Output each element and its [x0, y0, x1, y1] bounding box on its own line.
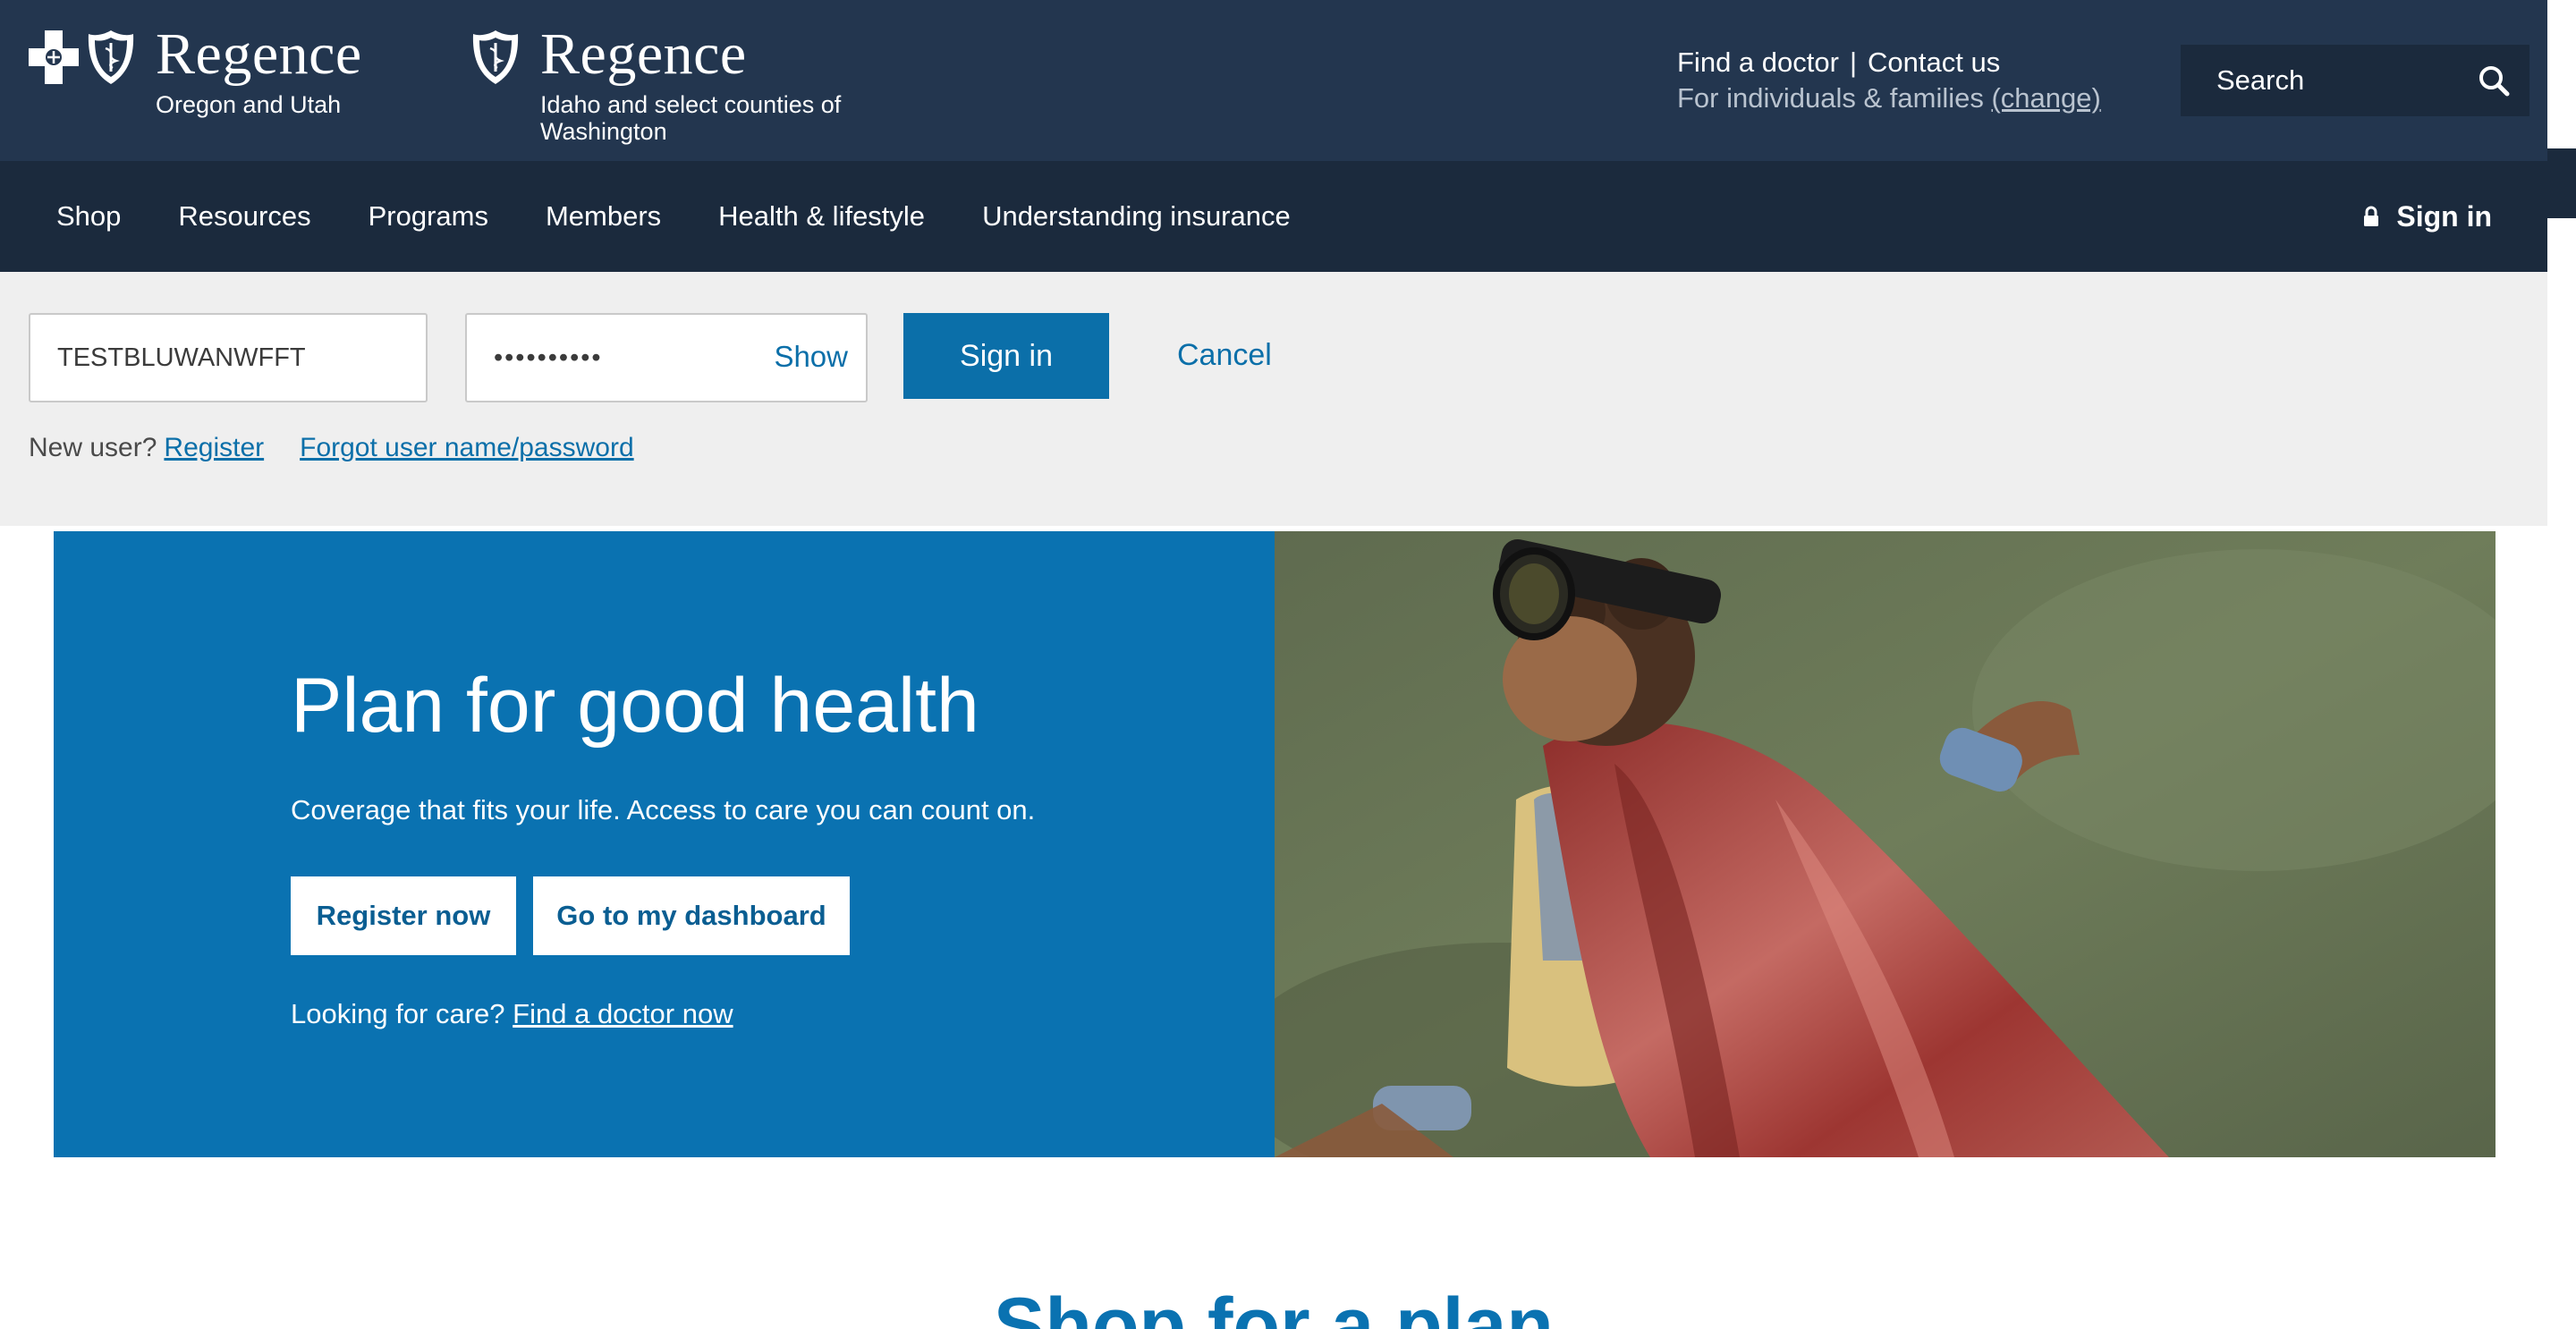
hero-content: Plan for good health Coverage that fits …: [54, 531, 1275, 1157]
nav-item-members[interactable]: Members: [517, 200, 690, 233]
password-value: ••••••••••: [494, 343, 603, 372]
nav-item-resources[interactable]: Resources: [149, 200, 339, 233]
go-to-dashboard-button[interactable]: Go to my dashboard: [533, 876, 850, 955]
nav-item-programs[interactable]: Programs: [340, 200, 517, 233]
looking-for-care: Looking for care? Find a doctor now: [291, 996, 733, 1032]
register-now-button[interactable]: Register now: [291, 876, 516, 955]
nav-item-understanding-insurance[interactable]: Understanding insurance: [953, 200, 1319, 233]
search-input[interactable]: [2216, 64, 2467, 97]
utility-links: Find a doctor | Contact us For individuals…: [1677, 45, 2101, 116]
sign-in-panel: TESTBLUWANWFFT •••••••••• Show Sign in C…: [0, 272, 2547, 526]
forgot-credentials-link[interactable]: Forgot user name/password: [300, 433, 634, 463]
nav-sign-in-button[interactable]: Sign in: [2362, 161, 2492, 272]
nav-sign-in-label: Sign in: [2396, 199, 2492, 233]
brand-oregon-utah[interactable]: Regence Oregon and Utah: [27, 25, 362, 118]
find-doctor-now-link[interactable]: Find a doctor now: [513, 998, 733, 1029]
lock-icon: [2364, 206, 2379, 226]
child-in-cape-photo: [1275, 531, 2496, 1157]
password-field[interactable]: •••••••••• Show: [465, 313, 868, 402]
brand-region: Oregon and Utah: [156, 91, 342, 118]
utility-separator: |: [1849, 47, 1857, 78]
sign-in-links: New user? Register Forgot user name/pass…: [29, 433, 634, 463]
brand-idaho-washington[interactable]: Regence Idaho and select counties of Was…: [470, 25, 916, 145]
change-audience-link[interactable]: (change): [1991, 82, 2100, 114]
main-nav: Shop Resources Programs Members Health &…: [0, 161, 2547, 272]
blue-cross-icon: [29, 30, 79, 84]
username-value: TESTBLUWANWFFT: [57, 343, 306, 372]
username-field[interactable]: TESTBLUWANWFFT: [29, 313, 428, 402]
hero-banner: Plan for good health Coverage that fits …: [54, 531, 2496, 1157]
blue-shield-icon: [472, 30, 519, 84]
shop-for-plan-heading: Shop for a plan: [994, 1282, 1554, 1329]
brand-region: Idaho and select counties of Washington: [540, 91, 842, 145]
cancel-button[interactable]: Cancel: [1177, 338, 1272, 373]
nav-item-shop[interactable]: Shop: [0, 200, 149, 233]
audience-label: For individuals & families: [1677, 82, 1984, 114]
search-icon[interactable]: [2476, 63, 2512, 98]
sign-in-submit-button[interactable]: Sign in: [903, 313, 1109, 399]
contact-us-link[interactable]: Contact us: [1868, 47, 2000, 78]
looking-for-care-label: Looking for care?: [291, 998, 505, 1029]
brand-name: Regence: [540, 21, 747, 87]
audience-selector: For individuals & families (change): [1677, 80, 2101, 116]
search-box: [2181, 45, 2529, 116]
brand-name: Regence: [156, 21, 362, 87]
blue-shield-icon: [88, 30, 134, 84]
nav-item-health-lifestyle[interactable]: Health & lifestyle: [690, 200, 953, 233]
new-user-label: New user?: [29, 433, 157, 462]
find-doctor-link[interactable]: Find a doctor: [1677, 47, 1839, 78]
show-password-toggle[interactable]: Show: [774, 340, 848, 374]
header-edge: [2547, 148, 2576, 218]
hero-title: Plan for good health: [291, 663, 979, 749]
site-header: Regence Oregon and Utah Regence Idaho an…: [0, 0, 2547, 161]
hero-subtitle: Coverage that fits your life. Access to …: [291, 794, 1036, 825]
bs-logo: [470, 29, 521, 86]
hero-image: [1275, 531, 2496, 1157]
register-link[interactable]: Register: [164, 433, 264, 463]
bcbs-logo: [27, 29, 136, 86]
